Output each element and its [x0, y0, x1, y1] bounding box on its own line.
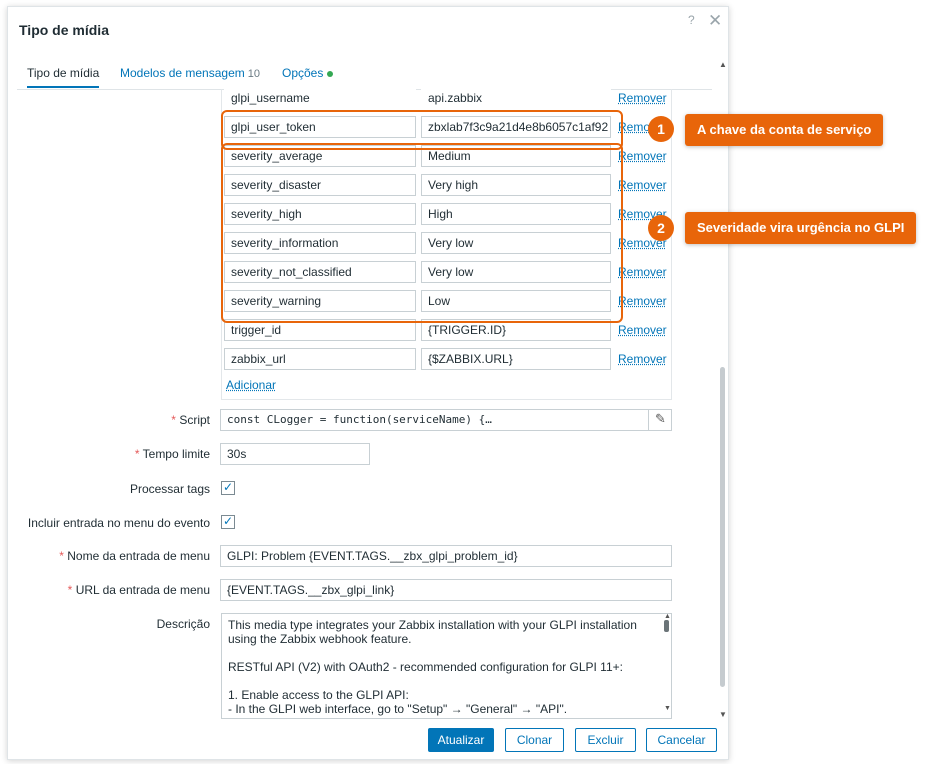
description-label: Descrição [156, 617, 210, 631]
highlight-box-severity [221, 143, 623, 323]
tab-media-type[interactable]: Tipo de mídia [27, 66, 100, 88]
param-name-field[interactable]: zabbix_url [224, 348, 416, 370]
menu-name-label: * Nome da entrada de menu [8, 549, 210, 563]
remove-link[interactable]: Remover [618, 323, 667, 337]
cancel-button[interactable]: Cancelar [646, 728, 717, 752]
script-field[interactable]: const CLogger = function(serviceName) {… [220, 409, 672, 431]
required-marker: * [67, 583, 76, 597]
menu-name-label-text: Nome da entrada de menu [67, 549, 210, 563]
description-textarea[interactable]: This media type integrates your Zabbix i… [221, 613, 672, 719]
include-menu-label: Incluir entrada no menu do evento [27, 516, 210, 530]
callout-badge-2: 2 [648, 215, 674, 241]
add-parameter-link[interactable]: Adicionar [226, 378, 276, 392]
timeout-label: * Tempo limite [8, 447, 210, 461]
textarea-scrollbar[interactable] [664, 620, 669, 632]
scroll-down-icon[interactable]: ▼ [719, 710, 727, 719]
remove-link[interactable]: Remover [618, 178, 667, 192]
dialog-scrollbar[interactable] [720, 367, 725, 687]
remove-link[interactable]: Remover [618, 352, 667, 366]
tab-count-badge: 10 [247, 68, 260, 80]
tab-message-templates[interactable]: Modelos de mensagem 10 [120, 66, 260, 80]
param-value-field[interactable]: api.zabbix [421, 87, 611, 109]
edit-script-icon[interactable]: ✎ [648, 409, 672, 431]
menu-url-input[interactable]: {EVENT.TAGS.__zbx_glpi_link} [220, 579, 672, 601]
remove-link[interactable]: Remover [618, 91, 667, 105]
tab-bar: Tipo de mídia Modelos de mensagem 10 Opçõ… [17, 61, 712, 90]
script-label: * Script [8, 413, 210, 427]
tab-media-type-label: Tipo de mídia [27, 66, 100, 80]
menu-name-input[interactable]: GLPI: Problem {EVENT.TAGS.__zbx_glpi_pro… [220, 545, 672, 567]
timeout-input[interactable]: 30s [220, 443, 370, 465]
textarea-scroll-down-icon[interactable]: ▼ [664, 705, 671, 712]
update-button[interactable]: Atualizar [428, 728, 494, 752]
callout-label-1: A chave da conta de serviço [685, 114, 884, 146]
callout-label-2: Severidade vira urgência no GLPI [685, 212, 917, 244]
textarea-scroll-up-icon[interactable]: ▲ [664, 613, 671, 620]
process-tags-label: Processar tags [129, 482, 210, 496]
timeout-label-text: Tempo limite [142, 447, 210, 461]
param-value-field[interactable]: {$ZABBIX.URL} [421, 348, 611, 370]
menu-url-label: * URL da entrada de menu [8, 583, 210, 597]
close-icon[interactable]: ✕ [708, 11, 722, 31]
clone-button[interactable]: Clonar [505, 728, 564, 752]
menu-url-label-text: URL da entrada de menu [75, 583, 210, 597]
tab-options[interactable]: Opções [282, 66, 334, 80]
status-dot-icon [327, 70, 334, 77]
tab-options-label: Opções [282, 66, 324, 80]
script-label-text: Script [179, 413, 210, 427]
process-tags-checkbox[interactable]: ✓ [221, 481, 235, 495]
remove-link[interactable]: Remover [618, 149, 667, 163]
remove-link[interactable]: Remover [618, 294, 667, 308]
help-icon[interactable]: ? [688, 13, 695, 27]
tab-message-templates-label: Modelos de mensagem [120, 66, 245, 80]
param-name-field[interactable]: glpi_username [224, 87, 416, 109]
dialog-title: Tipo de mídia [19, 22, 109, 38]
remove-link[interactable]: Remover [618, 265, 667, 279]
callout-badge-1: 1 [648, 116, 674, 142]
delete-button[interactable]: Excluir [575, 728, 636, 752]
required-marker: * [134, 447, 143, 461]
scroll-up-icon[interactable]: ▲ [719, 60, 727, 69]
include-menu-checkbox[interactable]: ✓ [221, 515, 235, 529]
